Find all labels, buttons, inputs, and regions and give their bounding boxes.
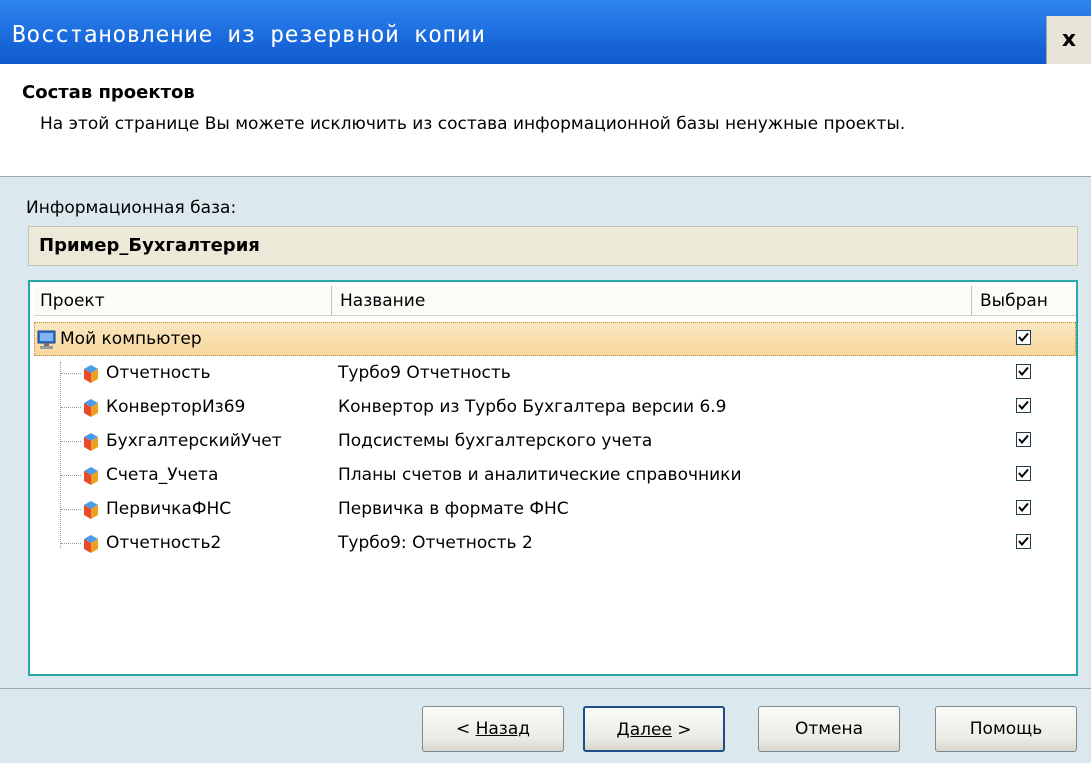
project-label: КонверторИз69: [106, 397, 246, 417]
tree-row[interactable]: КонверторИз69 Конвертор из Турбо Бухгалт…: [34, 390, 1076, 424]
computer-icon: [36, 329, 58, 351]
page-description: На этой странице Вы можете исключить из …: [40, 114, 906, 134]
close-icon: x: [1061, 27, 1077, 52]
page-header: Состав проектов На этой странице Вы може…: [0, 64, 1091, 177]
page-title: Состав проектов: [22, 82, 195, 103]
project-icon: [80, 363, 102, 385]
column-header-selected[interactable]: Выбран: [972, 286, 1076, 316]
cancel-button[interactable]: Отмена: [758, 706, 900, 752]
project-icon: [80, 533, 102, 555]
tree-branch: [61, 509, 81, 510]
project-name: Конвертор из Турбо Бухгалтера версии 6.9: [338, 397, 727, 417]
project-label: Отчетность: [106, 363, 211, 383]
tree-row[interactable]: Счета_Учета Планы счетов и аналитические…: [34, 458, 1076, 492]
selected-checkbox[interactable]: [1016, 432, 1031, 447]
tree-branch: [61, 475, 81, 476]
project-name: Турбо9: Отчетность 2: [338, 533, 533, 553]
tree-item-label: Мой компьютер: [60, 329, 202, 349]
project-icon: [80, 499, 102, 521]
restore-dialog: Восстановление из резервной копии x Сост…: [0, 0, 1091, 763]
footer-separator: [0, 688, 1091, 689]
infobase-label: Информационная база:: [26, 198, 237, 218]
tree-row-root[interactable]: Мой компьютер: [34, 322, 1076, 356]
selected-checkbox[interactable]: [1016, 330, 1031, 345]
tree-branch: [61, 407, 81, 408]
selected-checkbox[interactable]: [1016, 364, 1031, 379]
project-icon: [80, 431, 102, 453]
project-name: Первичка в формате ФНС: [338, 499, 569, 519]
tree-row[interactable]: БухгалтерскийУчет Подсистемы бухгалтерск…: [34, 424, 1076, 458]
project-icon: [80, 465, 102, 487]
tree-branch: [61, 543, 81, 544]
tree-row[interactable]: Отчетность2 Турбо9: Отчетность 2: [34, 526, 1076, 560]
infobase-value: Пример_Бухгалтерия: [39, 235, 260, 256]
project-name: Планы счетов и аналитические справочники: [338, 465, 742, 485]
close-button[interactable]: x: [1046, 16, 1091, 64]
window-title: Восстановление из резервной копии: [12, 22, 486, 48]
project-name: Турбо9 Отчетность: [338, 363, 511, 383]
tree-branch: [61, 441, 81, 442]
column-header-name[interactable]: Название: [332, 286, 972, 316]
back-prefix: <: [455, 719, 476, 739]
infobase-field: Пример_Бухгалтерия: [28, 226, 1078, 266]
project-label: Отчетность2: [106, 533, 222, 553]
project-label: БухгалтерскийУчет: [106, 431, 282, 451]
selected-checkbox[interactable]: [1016, 466, 1031, 481]
selected-checkbox[interactable]: [1016, 398, 1031, 413]
next-suffix: >: [671, 720, 692, 740]
tree-row[interactable]: ПервичкаФНС Первичка в формате ФНС: [34, 492, 1076, 526]
project-name: Подсистемы бухгалтерского учета: [338, 431, 653, 451]
back-button[interactable]: < Назад: [422, 706, 564, 752]
back-label: Назад: [475, 719, 531, 739]
project-label: ПервичкаФНС: [106, 499, 232, 519]
project-label: Счета_Учета: [106, 465, 219, 485]
column-header-project[interactable]: Проект: [34, 286, 332, 316]
tree-branch: [61, 373, 81, 374]
tree-row[interactable]: Отчетность Турбо9 Отчетность: [34, 356, 1076, 390]
project-icon: [80, 397, 102, 419]
projects-tree[interactable]: Проект Название Выбран Мой компьютер Отч…: [28, 280, 1078, 676]
next-label: Далее: [616, 720, 672, 740]
help-button[interactable]: Помощь: [935, 706, 1077, 752]
selected-checkbox[interactable]: [1016, 500, 1031, 515]
next-button[interactable]: Далее >: [583, 706, 725, 752]
selected-checkbox[interactable]: [1016, 534, 1031, 549]
